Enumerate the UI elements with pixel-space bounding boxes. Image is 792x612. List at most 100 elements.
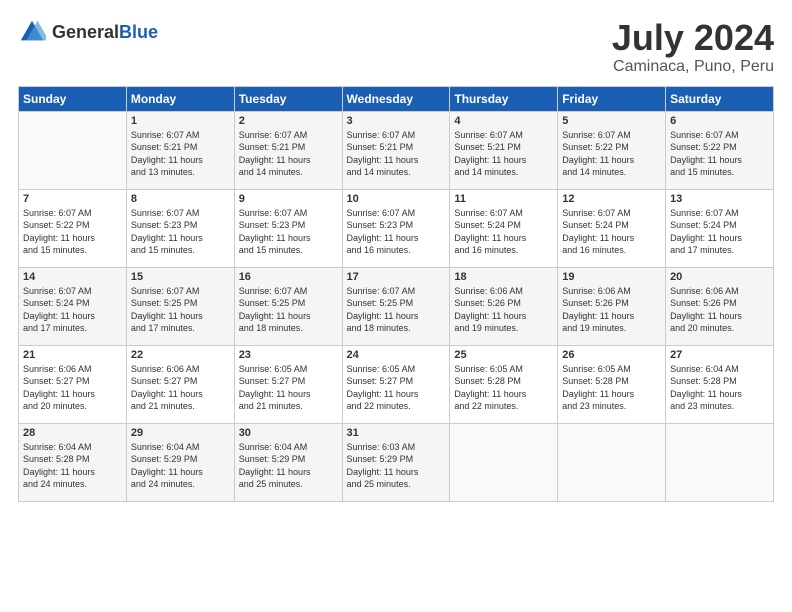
day-cell-17: 17Sunrise: 6:07 AMSunset: 5:25 PMDayligh…: [342, 267, 450, 345]
day-info-text: Sunrise: 6:07 AM: [454, 129, 553, 142]
day-cell-9: 9 Sunrise: 6:07 AMSunset: 5:23 PMDaylight…: [234, 189, 342, 267]
day-info-text: Sunrise: 6:07 AM: [239, 285, 338, 298]
day-info-text: and 20 minutes.: [23, 400, 122, 413]
day-cell-15: 15Sunrise: 6:07 AMSunset: 5:25 PMDayligh…: [126, 267, 234, 345]
day-info-text: Daylight: 11 hours: [131, 232, 230, 245]
day-info-text: Daylight: 11 hours: [454, 232, 553, 245]
day-cell-13: 13Sunrise: 6:07 AMSunset: 5:24 PMDayligh…: [666, 189, 774, 267]
day-info-text: Sunrise: 6:07 AM: [239, 207, 338, 220]
day-number: 30: [239, 427, 338, 439]
day-cell-1: 1Sunrise: 6:07 AMSunset: 5:21 PMDaylight…: [126, 111, 234, 189]
day-cell-3: 3Sunrise: 6:07 AMSunset: 5:21 PMDaylight…: [342, 111, 450, 189]
day-info-text: Sunset: 5:21 PM: [454, 141, 553, 154]
day-info-text: Sunset: 5:22 PM: [562, 141, 661, 154]
day-info-text: Daylight: 11 hours: [239, 310, 338, 323]
day-info-text: Sunrise: 6:04 AM: [23, 441, 122, 454]
day-info-text: and 14 minutes.: [562, 166, 661, 179]
day-info-text: and 14 minutes.: [239, 166, 338, 179]
day-cell-22: 22Sunrise: 6:06 AMSunset: 5:27 PMDayligh…: [126, 345, 234, 423]
day-cell-14: 14Sunrise: 6:07 AMSunset: 5:24 PMDayligh…: [19, 267, 127, 345]
day-info-text: Daylight: 11 hours: [454, 388, 553, 401]
day-cell-16: 16Sunrise: 6:07 AMSunset: 5:25 PMDayligh…: [234, 267, 342, 345]
day-info-text: Daylight: 11 hours: [562, 388, 661, 401]
day-info-text: and 22 minutes.: [454, 400, 553, 413]
day-number: 3: [347, 115, 446, 127]
day-info-text: Sunrise: 6:07 AM: [239, 129, 338, 142]
day-cell-31: 31Sunrise: 6:03 AMSunset: 5:29 PMDayligh…: [342, 423, 450, 501]
day-number: 11: [454, 193, 553, 205]
day-info-text: Sunrise: 6:07 AM: [347, 285, 446, 298]
day-info-text: Daylight: 11 hours: [347, 466, 446, 479]
day-header-monday: Monday: [126, 86, 234, 111]
logo-blue-text: Blue: [119, 22, 158, 42]
logo: GeneralBlue: [18, 18, 158, 46]
day-info-text: Sunrise: 6:07 AM: [562, 207, 661, 220]
day-header-thursday: Thursday: [450, 86, 558, 111]
day-info-text: Sunrise: 6:07 AM: [23, 207, 122, 220]
day-info-text: Sunrise: 6:07 AM: [562, 129, 661, 142]
day-cell-6: 6Sunrise: 6:07 AMSunset: 5:22 PMDaylight…: [666, 111, 774, 189]
day-number: 31: [347, 427, 446, 439]
day-info-text: and 24 minutes.: [23, 478, 122, 491]
day-info-text: Sunset: 5:25 PM: [131, 297, 230, 310]
day-header-saturday: Saturday: [666, 86, 774, 111]
day-info-text: Sunrise: 6:07 AM: [670, 129, 769, 142]
day-cell-29: 29Sunrise: 6:04 AMSunset: 5:29 PMDayligh…: [126, 423, 234, 501]
day-info-text: Sunset: 5:23 PM: [131, 219, 230, 232]
day-info-text: Daylight: 11 hours: [239, 154, 338, 167]
day-info-text: Sunrise: 6:06 AM: [131, 363, 230, 376]
day-info-text: Sunrise: 6:05 AM: [454, 363, 553, 376]
day-number: 4: [454, 115, 553, 127]
day-info-text: Sunset: 5:26 PM: [670, 297, 769, 310]
day-info-text: Daylight: 11 hours: [562, 154, 661, 167]
day-info-text: and 16 minutes.: [454, 244, 553, 257]
day-info-text: Sunset: 5:29 PM: [347, 453, 446, 466]
day-info-text: Sunrise: 6:07 AM: [347, 129, 446, 142]
day-info-text: and 21 minutes.: [131, 400, 230, 413]
day-info-text: and 17 minutes.: [131, 322, 230, 335]
day-info-text: Sunset: 5:24 PM: [454, 219, 553, 232]
day-header-friday: Friday: [558, 86, 666, 111]
day-info-text: Sunset: 5:27 PM: [347, 375, 446, 388]
day-number: 15: [131, 271, 230, 283]
day-number: 25: [454, 349, 553, 361]
calendar-header-row: SundayMondayTuesdayWednesdayThursdayFrid…: [19, 86, 774, 111]
day-info-text: Sunrise: 6:07 AM: [454, 207, 553, 220]
day-cell-26: 26Sunrise: 6:05 AMSunset: 5:28 PMDayligh…: [558, 345, 666, 423]
day-info-text: Sunset: 5:21 PM: [347, 141, 446, 154]
day-cell-20: 20 Sunrise: 6:06 AMSunset: 5:26 PMDayligh…: [666, 267, 774, 345]
day-info-text: Sunrise: 6:05 AM: [347, 363, 446, 376]
day-info-text: and 22 minutes.: [347, 400, 446, 413]
calendar-table: SundayMondayTuesdayWednesdayThursdayFrid…: [18, 86, 774, 502]
day-cell-8: 8Sunrise: 6:07 AMSunset: 5:23 PMDaylight…: [126, 189, 234, 267]
day-info-text: Sunset: 5:28 PM: [454, 375, 553, 388]
day-info-text: Daylight: 11 hours: [23, 232, 122, 245]
day-info-text: Daylight: 11 hours: [670, 232, 769, 245]
week-row-4: 21Sunrise: 6:06 AMSunset: 5:27 PMDayligh…: [19, 345, 774, 423]
main-title: July 2024: [612, 18, 774, 58]
day-number: 20: [670, 271, 769, 283]
day-info-text: Sunset: 5:23 PM: [239, 219, 338, 232]
day-info-text: Daylight: 11 hours: [239, 232, 338, 245]
day-info-text: Sunset: 5:26 PM: [454, 297, 553, 310]
day-info-text: and 24 minutes.: [131, 478, 230, 491]
day-info-text: Sunset: 5:27 PM: [239, 375, 338, 388]
day-number: 9: [239, 193, 338, 205]
day-info-text: Sunset: 5:24 PM: [670, 219, 769, 232]
day-number: 26: [562, 349, 661, 361]
day-info-text: Daylight: 11 hours: [239, 466, 338, 479]
day-info-text: Sunrise: 6:06 AM: [670, 285, 769, 298]
day-info-text: Sunset: 5:29 PM: [131, 453, 230, 466]
empty-cell: [450, 423, 558, 501]
day-info-text: and 15 minutes.: [239, 244, 338, 257]
logo-icon: [18, 18, 46, 46]
day-info-text: Sunset: 5:28 PM: [670, 375, 769, 388]
day-info-text: Sunrise: 6:07 AM: [670, 207, 769, 220]
day-info-text: Sunrise: 6:05 AM: [562, 363, 661, 376]
title-block: July 2024 Caminaca, Puno, Peru: [612, 18, 774, 76]
day-info-text: Daylight: 11 hours: [347, 388, 446, 401]
page-header: GeneralBlue July 2024 Caminaca, Puno, Pe…: [18, 18, 774, 76]
day-cell-5: 5Sunrise: 6:07 AMSunset: 5:22 PMDaylight…: [558, 111, 666, 189]
day-info-text: Daylight: 11 hours: [23, 310, 122, 323]
day-info-text: Daylight: 11 hours: [670, 310, 769, 323]
